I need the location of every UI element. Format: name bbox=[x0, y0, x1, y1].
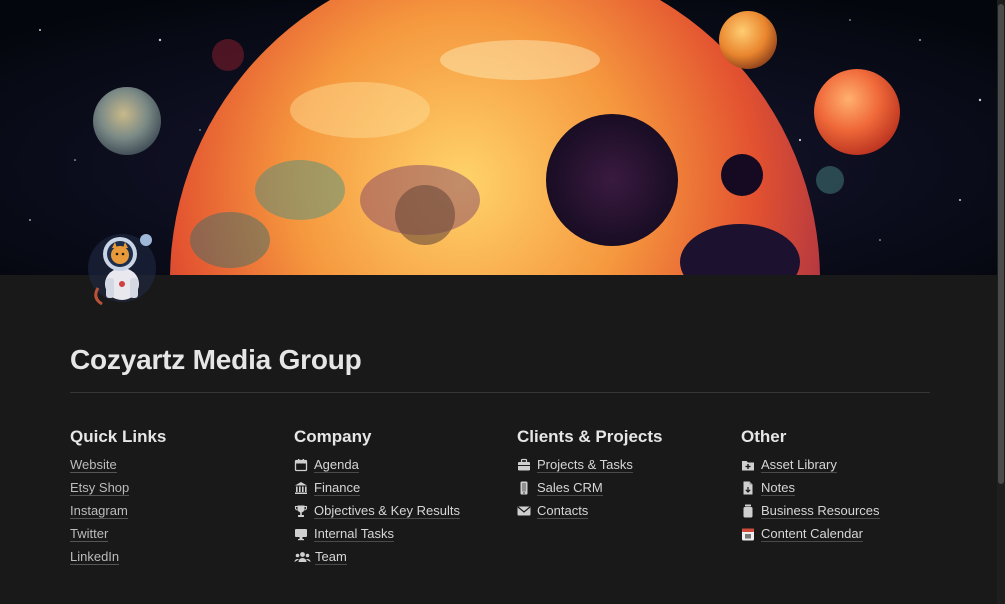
page-link-agenda[interactable]: Agenda bbox=[294, 453, 509, 476]
page-link-label[interactable]: Team bbox=[315, 549, 347, 565]
page-link-label[interactable]: Business Resources bbox=[761, 503, 880, 519]
link-twitter[interactable]: Twitter bbox=[70, 526, 109, 542]
page-title: Cozyartz Media Group bbox=[70, 344, 362, 375]
page-link-label[interactable]: Objectives & Key Results bbox=[314, 503, 460, 519]
page-link-internal-tasks[interactable]: Internal Tasks bbox=[294, 522, 509, 545]
envelope-icon bbox=[517, 504, 531, 518]
page-link-asset-library[interactable]: Asset Library bbox=[741, 453, 956, 476]
page-link-label[interactable]: Finance bbox=[314, 480, 361, 496]
people-icon bbox=[294, 550, 311, 564]
page-link-label[interactable]: Agenda bbox=[314, 457, 359, 473]
page-link-label[interactable]: Sales CRM bbox=[537, 480, 603, 496]
page-link-label[interactable]: Projects & Tasks bbox=[537, 457, 633, 473]
page-link-label[interactable]: Notes bbox=[761, 480, 795, 496]
divider bbox=[70, 392, 930, 393]
jar-icon bbox=[741, 504, 755, 518]
column-quick-links: Quick Links Website Etsy Shop Instagram … bbox=[70, 427, 285, 568]
astronaut-cat-icon[interactable] bbox=[86, 228, 158, 308]
list-item: Twitter bbox=[70, 522, 285, 545]
document-icon bbox=[741, 481, 755, 495]
column-heading: Clients & Projects bbox=[517, 427, 663, 446]
page-link-sales-crm[interactable]: Sales CRM bbox=[517, 476, 732, 499]
link-list: Website Etsy Shop Instagram Twitter Link… bbox=[70, 453, 285, 568]
page-link-projects-tasks[interactable]: Projects & Tasks bbox=[517, 453, 732, 476]
page-link-business-resources[interactable]: Business Resources bbox=[741, 499, 956, 522]
page-link-contacts[interactable]: Contacts bbox=[517, 499, 732, 522]
column-clients-projects: Clients & Projects Projects & Tasks Sale… bbox=[517, 427, 732, 522]
link-list: Asset Library Notes Business Resources C… bbox=[741, 453, 956, 545]
page-link-label[interactable]: Contacts bbox=[537, 503, 589, 519]
column-heading: Other bbox=[741, 427, 787, 446]
link-list: Projects & Tasks Sales CRM Contacts bbox=[517, 453, 732, 522]
trophy-icon bbox=[294, 504, 308, 518]
page-link-team[interactable]: Team bbox=[294, 545, 509, 568]
page-link-label[interactable]: Internal Tasks bbox=[314, 526, 394, 542]
monitor-icon bbox=[294, 527, 308, 541]
scrollbar[interactable] bbox=[997, 0, 1005, 604]
column-heading: Quick Links bbox=[70, 427, 167, 446]
link-website[interactable]: Website bbox=[70, 457, 117, 473]
link-linkedin[interactable]: LinkedIn bbox=[70, 549, 120, 565]
calendar-icon bbox=[294, 458, 308, 472]
bank-icon bbox=[294, 481, 308, 495]
scrollbar-thumb[interactable] bbox=[998, 4, 1004, 484]
list-item: LinkedIn bbox=[70, 545, 285, 568]
column-company: Company Agenda Finance Objectives & Key … bbox=[294, 427, 509, 568]
page-link-objectives[interactable]: Objectives & Key Results bbox=[294, 499, 509, 522]
list-item: Instagram bbox=[70, 499, 285, 522]
page-link-content-calendar[interactable]: Content Calendar bbox=[741, 522, 956, 545]
briefcase-icon bbox=[517, 458, 531, 472]
link-instagram[interactable]: Instagram bbox=[70, 503, 128, 519]
column-heading: Company bbox=[294, 427, 372, 446]
link-list: Agenda Finance Objectives & Key Results … bbox=[294, 453, 509, 568]
list-item: Website bbox=[70, 453, 285, 476]
link-etsy-shop[interactable]: Etsy Shop bbox=[70, 480, 130, 496]
page-link-label[interactable]: Content Calendar bbox=[761, 526, 863, 542]
page-link-label[interactable]: Asset Library bbox=[761, 457, 837, 473]
page-link-notes[interactable]: Notes bbox=[741, 476, 956, 499]
phone-icon bbox=[517, 481, 531, 495]
date-calendar-icon bbox=[741, 527, 755, 541]
column-other: Other Asset Library Notes Business Resou… bbox=[741, 427, 956, 545]
list-item: Etsy Shop bbox=[70, 476, 285, 499]
folder-plus-icon bbox=[741, 458, 755, 472]
page-link-finance[interactable]: Finance bbox=[294, 476, 509, 499]
